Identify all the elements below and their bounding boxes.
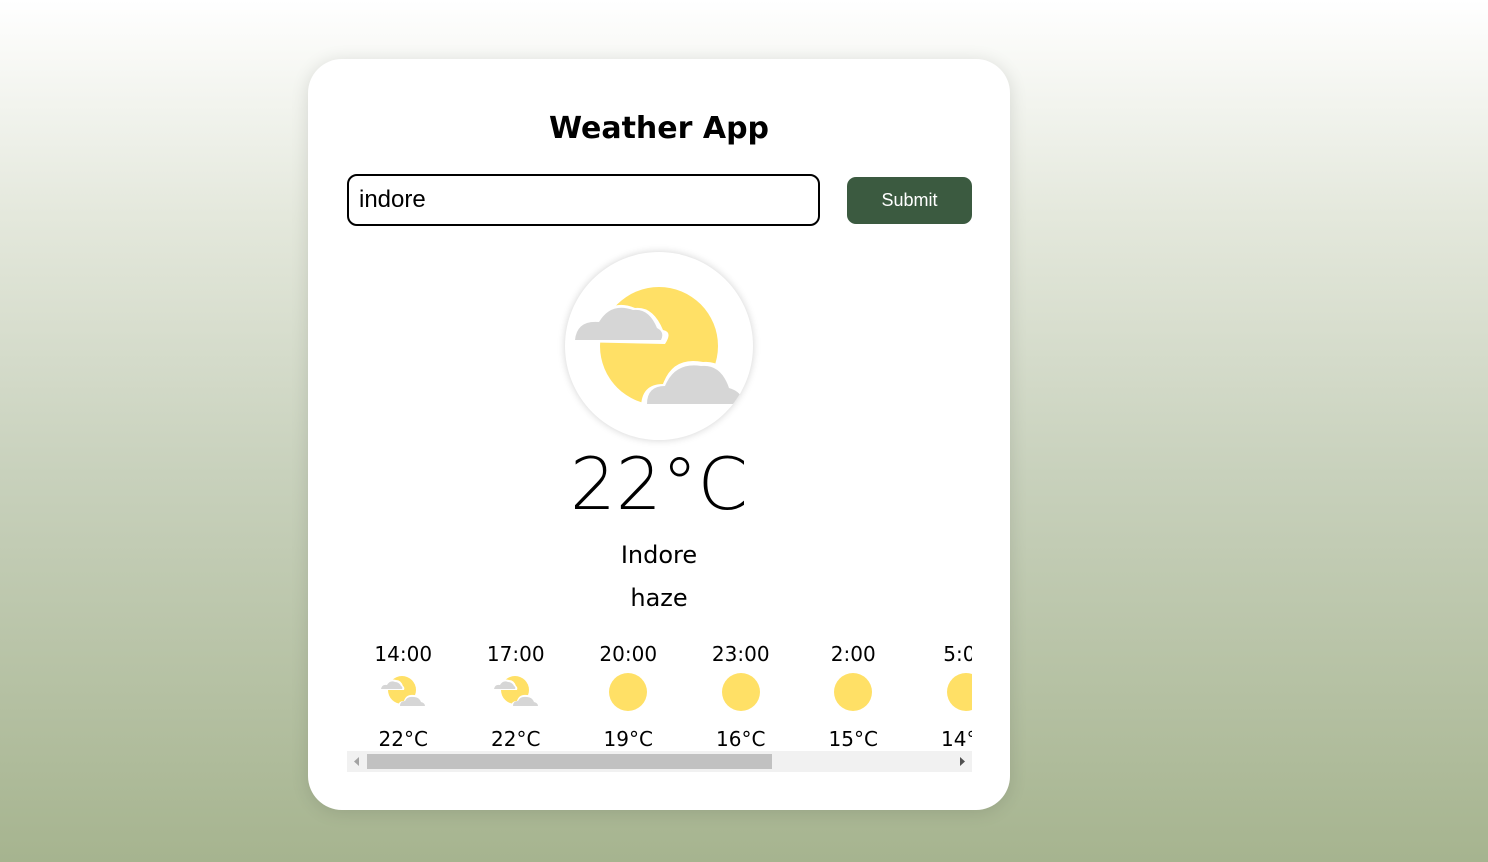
forecast-item: 5:00 14°C <box>910 637 972 751</box>
forecast-time: 2:00 <box>830 642 876 666</box>
forecast-temperature: 16°C <box>716 727 766 751</box>
forecast-temperature: 22°C <box>491 727 541 751</box>
sun-icon <box>721 673 760 711</box>
scroll-right-arrow-icon[interactable] <box>952 751 972 772</box>
forecast-temperature: 15°C <box>828 727 878 751</box>
forecast-temperature: 14°C <box>941 727 972 751</box>
current-weather-icon-container <box>565 252 753 440</box>
forecast-item: 17:00 22°C <box>460 637 573 751</box>
weather-card: Weather App Submit 22°C Indore haze 14:0… <box>308 59 1010 810</box>
forecast-time: 17:00 <box>486 642 545 666</box>
forecast-time: 23:00 <box>711 642 770 666</box>
scroll-left-arrow-icon[interactable] <box>347 751 367 772</box>
sun-icon <box>946 673 972 711</box>
forecast-item: 20:00 19°C <box>572 637 685 751</box>
forecast-time: 20:00 <box>599 642 658 666</box>
sun-icon <box>834 673 873 711</box>
submit-button[interactable]: Submit <box>847 177 972 224</box>
partly-cloudy-icon <box>380 676 427 707</box>
weather-description: haze <box>630 584 688 612</box>
forecast-time: 14:00 <box>374 642 433 666</box>
forecast-temperature: 19°C <box>603 727 653 751</box>
forecast-time: 5:00 <box>943 642 972 666</box>
horizontal-scrollbar[interactable] <box>347 751 972 772</box>
forecast-item: 2:00 15°C <box>797 637 910 751</box>
forecast-temperature: 22°C <box>378 727 428 751</box>
sun-icon <box>609 673 648 711</box>
forecast-item: 23:00 16°C <box>685 637 798 751</box>
forecast-item: 14:00 22°C <box>347 637 460 751</box>
partly-cloudy-icon <box>492 676 539 707</box>
partly-cloudy-icon <box>573 287 747 408</box>
city-name: Indore <box>620 541 698 569</box>
hourly-forecast-scroller[interactable]: 14:00 22°C 17:00 22°C 20:00 19°C 23:00 1… <box>347 637 972 751</box>
current-temperature: 22°C <box>570 442 748 526</box>
page-title: Weather App <box>548 111 770 146</box>
hourly-forecast-list: 14:00 22°C 17:00 22°C 20:00 19°C 23:00 1… <box>347 637 972 751</box>
scrollbar-thumb[interactable] <box>367 754 772 769</box>
city-search-input[interactable] <box>347 174 820 226</box>
